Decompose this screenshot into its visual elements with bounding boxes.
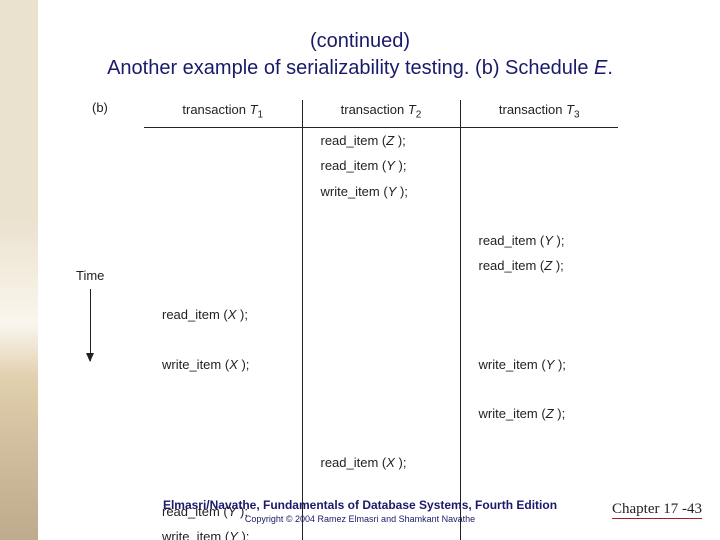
table-cell <box>302 426 460 450</box>
table-cell <box>302 377 460 401</box>
table-gap-row <box>144 475 618 499</box>
table-cell <box>144 475 302 499</box>
table-cell <box>302 328 460 352</box>
table-cell <box>460 426 618 450</box>
table-gap-row <box>144 426 618 450</box>
table-cell <box>460 328 618 352</box>
header-t2-prefix: transaction <box>341 102 408 117</box>
table-cell <box>144 401 302 427</box>
table-row: read_item (Z ); <box>144 127 618 153</box>
table-cell: write_item (X ); <box>144 352 302 378</box>
schedule-table: transaction T1 transaction T2 transactio… <box>144 100 618 540</box>
table-cell <box>144 204 302 228</box>
table-cell <box>144 377 302 401</box>
table-cell <box>460 179 618 205</box>
time-arrow <box>90 289 91 361</box>
header-t2-sub: 2 <box>416 110 422 121</box>
header-t3-prefix: transaction <box>499 102 566 117</box>
title-line2-suffix: . <box>607 57 613 79</box>
table-cell <box>460 302 618 328</box>
table-cell <box>460 450 618 476</box>
header-t2: transaction T2 <box>302 100 460 127</box>
title-line1: (continued) <box>310 30 410 52</box>
time-arrow-head <box>86 353 94 362</box>
time-axis: Time <box>76 268 104 361</box>
figure-label: (b) <box>92 100 108 115</box>
table-cell <box>302 204 460 228</box>
header-t3: transaction T3 <box>460 100 618 127</box>
table-cell <box>302 279 460 303</box>
table-gap-row <box>144 279 618 303</box>
table-gap-row <box>144 204 618 228</box>
table-cell: read_item (Z ); <box>302 127 460 153</box>
chapter-text: Chapter 17 -43 <box>612 501 702 519</box>
table-row: write_item (X ); write_item (Y ); <box>144 352 618 378</box>
table-cell <box>460 377 618 401</box>
slide: (continued) Another example of serializa… <box>0 0 720 540</box>
table-cell: write_item (Y ); <box>144 524 302 540</box>
table-cell: read_item (X ); <box>302 450 460 476</box>
table-row: write_item (Y ); <box>144 179 618 205</box>
table-cell <box>460 127 618 153</box>
table-row: read_item (X ); <box>144 302 618 328</box>
table-row: write_item (Z ); <box>144 401 618 427</box>
table-cell: read_item (X ); <box>144 302 302 328</box>
slide-title: (continued) Another example of serializa… <box>34 28 686 82</box>
table-cell <box>144 426 302 450</box>
table-cell <box>460 279 618 303</box>
figure: (b) Time transaction T1 transaction T2 <box>92 100 686 540</box>
table-cell <box>144 228 302 254</box>
header-t3-var: T <box>566 102 574 117</box>
table-row: read_item (Y ); <box>144 153 618 179</box>
header-t1-sub: 1 <box>258 110 264 121</box>
table-row: write_item (Y ); <box>144 524 618 540</box>
table-cell <box>144 279 302 303</box>
table-cell: write_item (Z ); <box>460 401 618 427</box>
table-cell <box>460 524 618 540</box>
table-cell <box>460 475 618 499</box>
title-schedule-letter: E <box>594 57 607 79</box>
table-row: read_item (X ); <box>144 450 618 476</box>
header-t1-prefix: transaction <box>182 102 249 117</box>
header-t3-sub: 3 <box>574 110 580 121</box>
table-cell <box>302 352 460 378</box>
table-cell <box>144 328 302 352</box>
table-gap-row <box>144 328 618 352</box>
table-cell <box>144 127 302 153</box>
table-cell: read_item (Y ); <box>460 228 618 254</box>
table-cell <box>302 401 460 427</box>
table-row: read_item (Y ); <box>144 228 618 254</box>
table-cell <box>460 204 618 228</box>
table-cell: write_item (Y ); <box>460 352 618 378</box>
table-gap-row <box>144 377 618 401</box>
table-cell <box>144 253 302 279</box>
header-t2-var: T <box>408 102 416 117</box>
table-cell <box>144 450 302 476</box>
table-cell: read_item (Y ); <box>302 153 460 179</box>
table-cell <box>144 153 302 179</box>
table-cell <box>302 228 460 254</box>
table-cell <box>460 153 618 179</box>
table-cell: read_item (Z ); <box>460 253 618 279</box>
header-t1-var: T <box>250 102 258 117</box>
header-t1: transaction T1 <box>144 100 302 127</box>
time-label: Time <box>76 268 104 283</box>
table-cell <box>302 253 460 279</box>
chapter-indicator: Chapter 17 -43 <box>612 500 702 518</box>
table-cell <box>302 475 460 499</box>
title-line2-prefix: Another example of serializability testi… <box>107 57 594 79</box>
table-cell <box>302 524 460 540</box>
table-row: read_item (Z ); <box>144 253 618 279</box>
table-cell: write_item (Y ); <box>302 179 460 205</box>
table-cell <box>144 179 302 205</box>
table-cell <box>302 302 460 328</box>
